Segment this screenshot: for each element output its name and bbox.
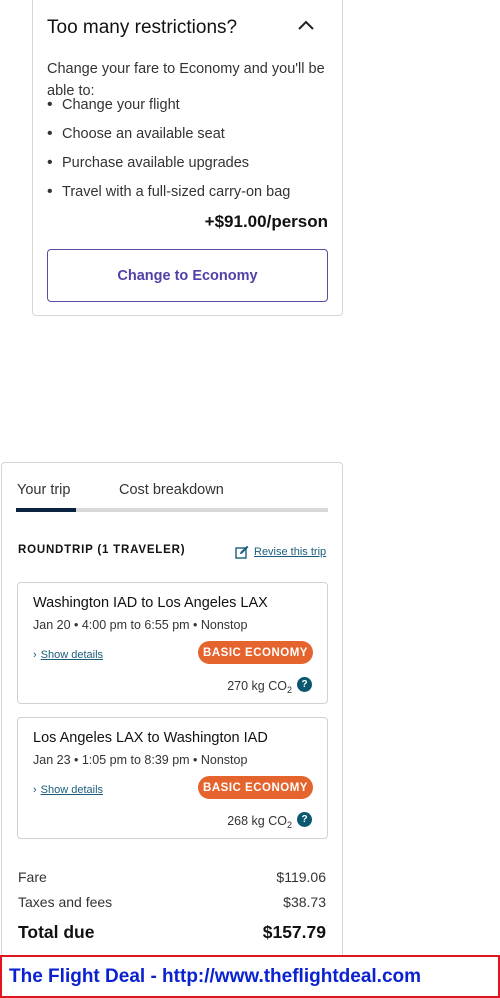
co2-emissions: 268 kg CO2 [227, 814, 292, 830]
flight-segment: Washington IAD to Los Angeles LAX Jan 20… [17, 582, 328, 704]
watermark-banner: The Flight Deal - http://www.theflightde… [0, 955, 500, 998]
taxes-value: $38.73 [283, 894, 326, 910]
total-value: $157.79 [262, 922, 326, 942]
total-label: Total due [18, 922, 95, 942]
fare-class-badge: BASIC ECONOMY [198, 776, 313, 799]
taxes-label: Taxes and fees [18, 894, 113, 910]
revise-trip-link[interactable]: Revise this trip [254, 546, 326, 558]
co2-emissions: 270 kg CO2 [227, 679, 292, 695]
chevron-right-icon: › [33, 784, 37, 796]
upgrade-offer-card: Too many restrictions? Change your fare … [32, 0, 343, 316]
co2-subscript: 2 [286, 685, 292, 695]
co2-subscript: 2 [286, 820, 292, 830]
help-icon[interactable]: ? [297, 677, 312, 692]
tab-your-trip[interactable]: Your trip [17, 482, 70, 498]
show-details-link[interactable]: › Show details [33, 649, 103, 661]
show-details-label: Show details [40, 784, 104, 796]
fare-value: $119.06 [276, 869, 326, 885]
benefit-item: Travel with a full-sized carry-on bag [47, 181, 337, 210]
flight-schedule: Jan 23 • 1:05 pm to 8:39 pm • Nonstop [33, 753, 248, 767]
benefit-item: Purchase available upgrades [47, 152, 337, 181]
trip-summary-card: Your trip Cost breakdown ROUNDTRIP (1 TR… [1, 462, 343, 962]
flight-segment: Los Angeles LAX to Washington IAD Jan 23… [17, 717, 328, 839]
flight-route: Los Angeles LAX to Washington IAD [33, 730, 268, 746]
co2-value: 270 kg CO [227, 679, 287, 693]
active-tab-indicator [16, 508, 76, 512]
benefit-item: Change your flight [47, 94, 337, 123]
chevron-right-icon: › [33, 649, 37, 661]
co2-value: 268 kg CO [227, 814, 287, 828]
fare-label: Fare [18, 869, 47, 885]
roundtrip-heading: ROUNDTRIP (1 TRAVELER) [18, 544, 186, 556]
benefit-item: Choose an available seat [47, 123, 337, 152]
chevron-up-icon[interactable] [295, 15, 317, 37]
flight-route: Washington IAD to Los Angeles LAX [33, 595, 268, 611]
change-to-economy-button[interactable]: Change to Economy [47, 249, 328, 302]
edit-icon[interactable] [235, 545, 249, 559]
benefit-list: Change your flight Choose an available s… [47, 94, 337, 210]
tab-cost-breakdown[interactable]: Cost breakdown [119, 482, 224, 498]
fare-class-badge: BASIC ECONOMY [198, 641, 313, 664]
upgrade-price: +$91.00/person [204, 212, 328, 231]
flight-schedule: Jan 20 • 4:00 pm to 6:55 pm • Nonstop [33, 618, 248, 632]
offer-title: Too many restrictions? [47, 17, 238, 38]
show-details-link[interactable]: › Show details [33, 784, 103, 796]
show-details-label: Show details [40, 649, 104, 661]
help-icon[interactable]: ? [297, 812, 312, 827]
